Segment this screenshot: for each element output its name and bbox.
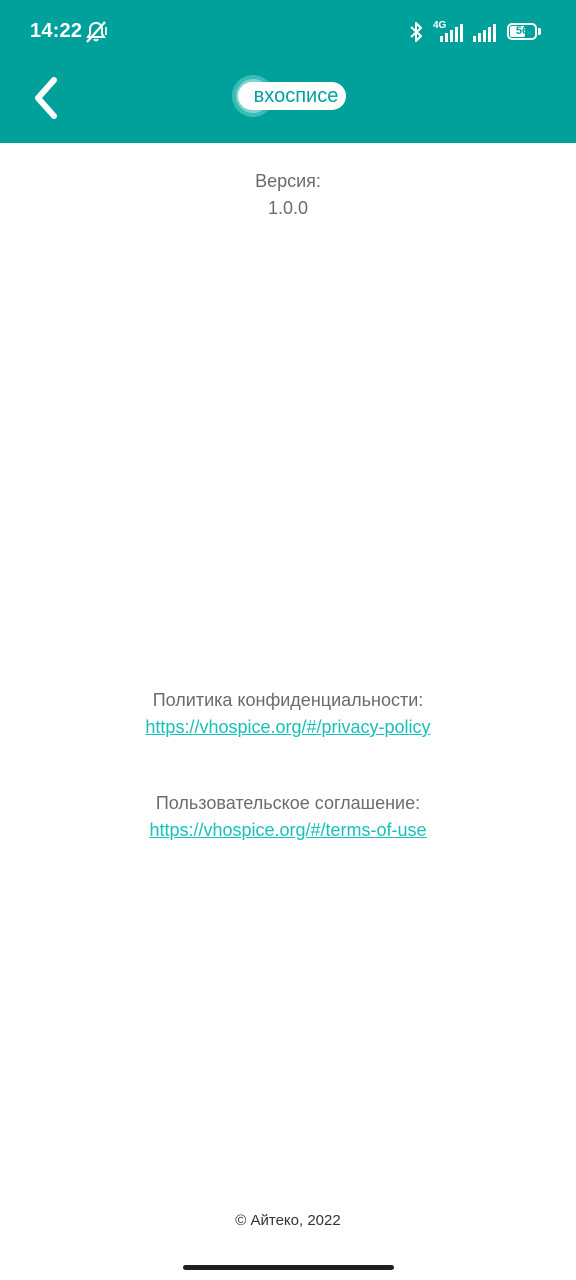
app-bar: 14:22 4G 56 вхосписе bbox=[0, 0, 576, 143]
battery-level: 56 bbox=[515, 25, 529, 37]
privacy-label: Политика конфиденциальности: bbox=[152, 690, 424, 710]
home-indicator[interactable] bbox=[183, 1265, 394, 1270]
app-logo: вхосписе bbox=[230, 73, 350, 119]
mute-vibrate-icon bbox=[86, 21, 107, 43]
version-section: Версия: 1.0.0 bbox=[0, 168, 576, 222]
about-content: Версия: 1.0.0 Политика конфиденциальност… bbox=[0, 143, 576, 1280]
logo-text: вхосписе bbox=[253, 85, 339, 107]
copyright-text: © Айтеко, 2022 bbox=[235, 1212, 341, 1229]
terms-of-use-link[interactable]: https://vhospice.org/#/terms-of-use bbox=[149, 820, 426, 840]
signal-icon bbox=[473, 24, 496, 42]
privacy-section: Политика конфиденциальности: https://vho… bbox=[0, 687, 576, 741]
version-value: 1.0.0 bbox=[267, 198, 309, 218]
bluetooth-icon bbox=[410, 22, 422, 42]
terms-section: Пользовательское соглашение: https://vho… bbox=[0, 790, 576, 844]
terms-label: Пользовательское соглашение: bbox=[155, 793, 421, 813]
chevron-left-icon bbox=[35, 77, 57, 119]
privacy-policy-link[interactable]: https://vhospice.org/#/privacy-policy bbox=[145, 717, 430, 737]
status-bar: 14:22 4G 56 bbox=[0, 0, 576, 64]
status-time: 14:22 bbox=[30, 20, 83, 42]
signal-icon bbox=[440, 24, 463, 42]
version-label: Версия: bbox=[255, 171, 321, 191]
back-button[interactable] bbox=[24, 72, 72, 124]
battery-nub bbox=[538, 28, 541, 35]
battery-icon: 56 bbox=[507, 23, 537, 40]
